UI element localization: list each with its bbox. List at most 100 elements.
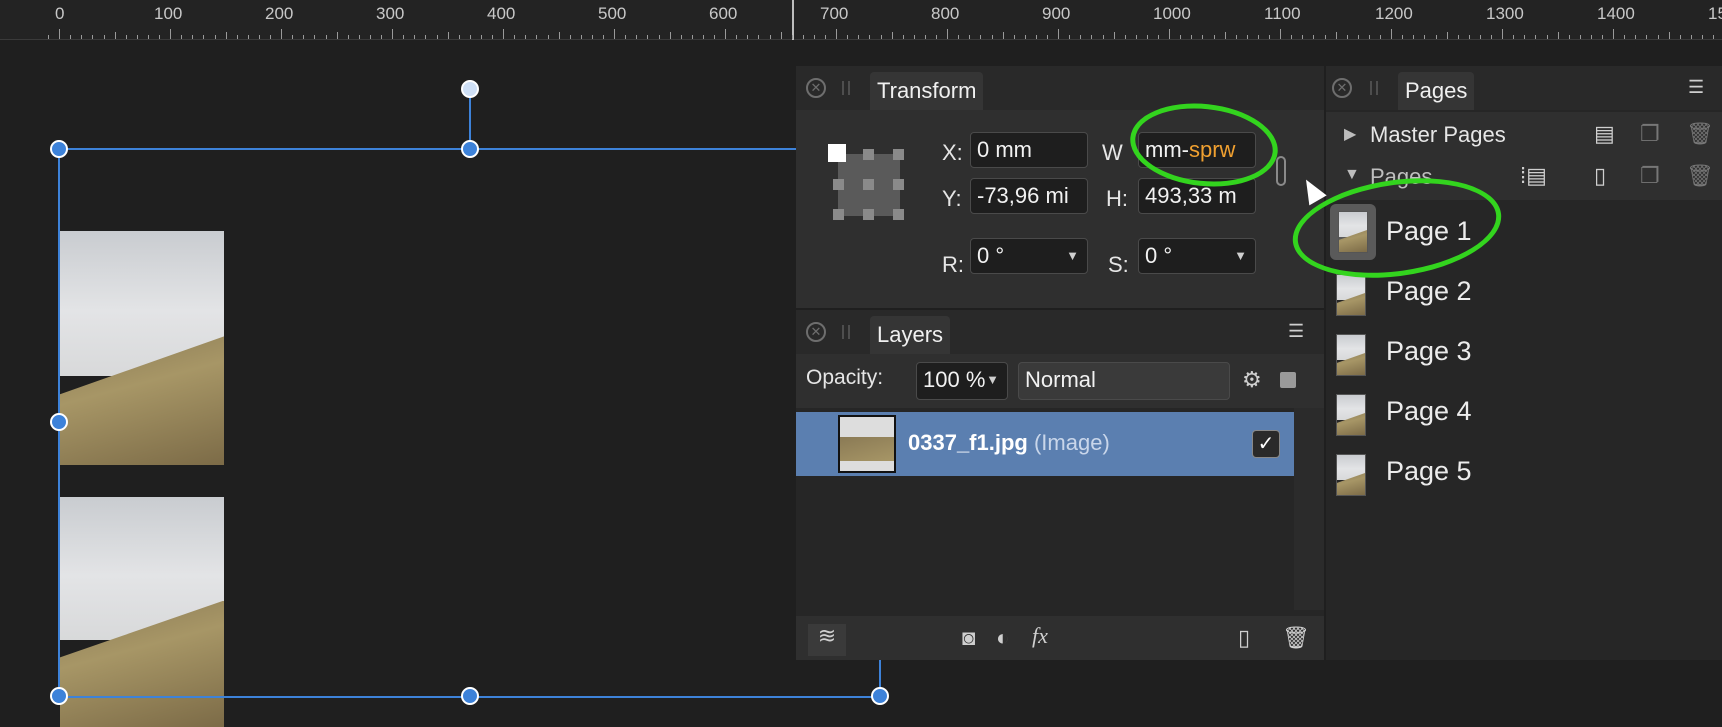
new-layer-icon[interactable]: ▯ <box>1238 626 1250 650</box>
adjustment-icon[interactable]: ◐ <box>996 626 1009 650</box>
handle-bottom-right[interactable] <box>871 687 889 705</box>
link-icon[interactable] <box>1276 156 1286 186</box>
page-item-4[interactable]: Page 4 <box>1336 388 1636 440</box>
anchor-point-selected[interactable] <box>828 144 846 162</box>
blend-mode-select[interactable]: Normal <box>1018 362 1230 400</box>
duplicate-icon[interactable]: ❐ <box>1640 164 1660 188</box>
opacity-field[interactable]: 100 % ▼ <box>916 362 1008 400</box>
ruler-tick <box>1024 35 1026 39</box>
anchor-point[interactable] <box>863 209 874 220</box>
tab-layers[interactable]: Layers <box>870 316 951 354</box>
handle-bottom-left[interactable] <box>50 687 68 705</box>
trash-icon[interactable]: 🗑 <box>1686 164 1714 188</box>
gear-icon[interactable]: ⚙ <box>1242 368 1262 392</box>
anchor-point[interactable] <box>893 209 904 220</box>
y-label: Y: <box>942 186 962 211</box>
r-field[interactable]: 0 ° ▼ <box>970 238 1088 274</box>
master-pages-header[interactable]: ▶ Master Pages ▤ ❐ 🗑 <box>1326 112 1722 156</box>
page-thumbnail <box>1336 274 1366 316</box>
spread-icon[interactable]: ⁞▤ <box>1520 164 1547 188</box>
fx-icon[interactable]: fx <box>1032 624 1048 648</box>
anchor-point[interactable] <box>833 209 844 220</box>
canvas-photo-2[interactable] <box>60 497 224 727</box>
ruler-tick <box>1146 35 1148 39</box>
ruler-tick <box>580 35 582 39</box>
rotation-handle[interactable] <box>461 80 479 98</box>
page-thumbnail <box>1336 454 1366 496</box>
ruler-tick <box>858 35 860 39</box>
ruler-tick <box>247 35 249 39</box>
y-field[interactable]: -73,96 mi <box>970 178 1088 214</box>
chevron-down-icon[interactable]: ▼ <box>1234 239 1247 273</box>
handle-bottom-center[interactable] <box>461 687 479 705</box>
page-icon[interactable]: ▯ <box>1594 164 1606 188</box>
layers-stack-icon[interactable]: ≋ <box>808 624 846 656</box>
ruler-tick <box>991 35 993 39</box>
affinity-workspace: 0 100 200 300 400 500 600 700 800 900 1000 1100 1200… <box>0 0 1722 727</box>
ruler-tick <box>1213 35 1215 39</box>
tab-pages[interactable]: Pages <box>1398 72 1475 110</box>
expand-triangle-icon[interactable]: ▶ <box>1344 124 1356 144</box>
layers-bottom-toolbar: ≋ ◙ ◐ fx ▯ 🗑 <box>796 616 1324 660</box>
page-item-5[interactable]: Page 5 <box>1336 448 1636 500</box>
layer-visibility-checkbox[interactable]: ✓ <box>1252 430 1280 458</box>
chevron-down-icon[interactable]: ▼ <box>1066 239 1079 273</box>
trash-icon[interactable]: 🗑 <box>1686 122 1714 146</box>
ruler-tick <box>1479 35 1481 39</box>
handle-middle-left[interactable] <box>50 413 68 431</box>
ruler-tick <box>1568 35 1570 39</box>
ruler-tick <box>669 32 671 39</box>
document-icon[interactable]: ▤ <box>1594 122 1615 146</box>
anchor-point[interactable] <box>893 179 904 190</box>
ruler-tick <box>203 35 205 39</box>
anchor-point[interactable] <box>893 149 904 160</box>
close-icon[interactable]: ✕ <box>1332 78 1352 98</box>
page-item-3[interactable]: Page 3 <box>1336 328 1636 380</box>
ruler-tick <box>1657 35 1659 39</box>
ruler-label: 400 <box>487 4 516 23</box>
ruler-tick <box>1124 35 1126 39</box>
anchor-point[interactable] <box>863 179 874 190</box>
tab-transform[interactable]: Transform <box>870 72 984 110</box>
ruler-tick <box>1280 29 1282 39</box>
canvas-photo-1[interactable] <box>60 231 224 465</box>
close-icon[interactable]: ✕ <box>806 322 826 342</box>
master-pages-label: Master Pages <box>1370 122 1506 147</box>
layer-row[interactable]: 0337_f1.jpg (Image) ✓ <box>796 412 1294 476</box>
anchor-point[interactable] <box>863 149 874 160</box>
layer-filename: 0337_f1.jpg <box>908 430 1028 455</box>
ruler-tick <box>1513 35 1515 39</box>
ruler-tick <box>347 35 349 39</box>
anchor-selector[interactable] <box>828 144 908 224</box>
mask-icon[interactable]: ◙ <box>962 626 975 650</box>
w-label: W <box>1102 140 1123 165</box>
chevron-down-icon[interactable]: ▼ <box>986 363 999 397</box>
expand-triangle-icon[interactable]: ▼ <box>1344 166 1360 184</box>
page-label: Page 5 <box>1386 456 1472 486</box>
ruler-label: 500 <box>598 4 627 23</box>
lock-icon[interactable] <box>1280 372 1296 388</box>
close-icon[interactable]: ✕ <box>806 78 826 98</box>
ruler-tick <box>114 32 116 39</box>
panel-menu-icon[interactable]: ☰ <box>1688 78 1710 96</box>
s-field[interactable]: 0 ° ▼ <box>1138 238 1256 274</box>
ruler-tick <box>1035 35 1037 39</box>
anchor-point[interactable] <box>833 179 844 190</box>
grip-icon[interactable] <box>842 325 850 339</box>
grip-icon[interactable] <box>1370 81 1378 95</box>
ruler-tick <box>1235 35 1237 39</box>
duplicate-icon[interactable]: ❐ <box>1640 122 1660 146</box>
ruler-label: 15 <box>1708 4 1722 23</box>
grip-icon[interactable] <box>842 81 850 95</box>
horizontal-ruler[interactable]: 0 100 200 300 400 500 600 700 800 900 1000 1100 1200… <box>0 0 1722 40</box>
layers-scrollbar[interactable] <box>1294 408 1324 610</box>
panel-menu-icon[interactable]: ☰ <box>1288 322 1310 340</box>
x-field[interactable]: 0 mm <box>970 132 1088 168</box>
ruler-label: 1200 <box>1375 4 1413 23</box>
trash-icon[interactable]: 🗑 <box>1282 626 1310 650</box>
s-value: 0 ° <box>1145 243 1173 268</box>
ruler-tick <box>1380 35 1381 39</box>
page-thumbnail <box>1336 394 1366 436</box>
handle-top-left[interactable] <box>50 140 68 158</box>
handle-top-center[interactable] <box>461 140 479 158</box>
